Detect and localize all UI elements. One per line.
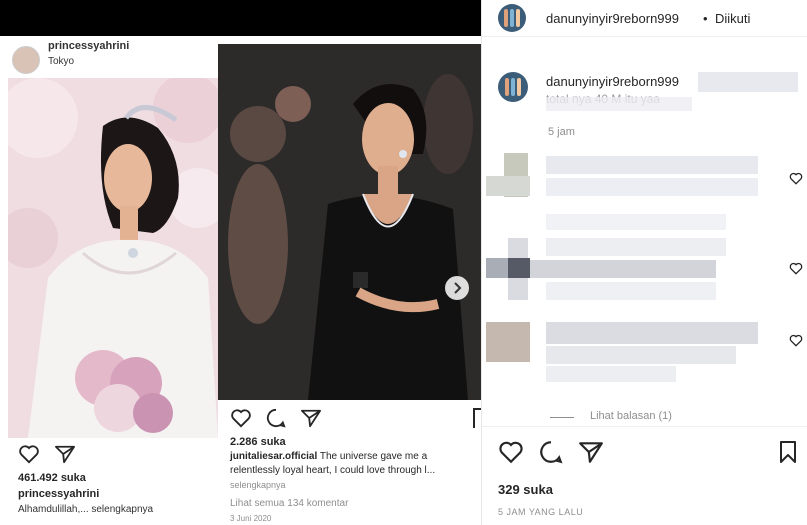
left-post-avatar — [12, 46, 40, 74]
bookmark-icon[interactable] — [473, 408, 481, 428]
right-post-likes: 2.286 suka — [230, 436, 286, 448]
carousel-next-button[interactable] — [445, 276, 469, 300]
right-post-caption-text: The universe gave me a — [319, 451, 428, 462]
author-username[interactable]: danunyinyir9reborn999 — [546, 11, 679, 26]
share-icon[interactable] — [578, 440, 604, 464]
comment-time: 5 jam — [548, 126, 575, 138]
woman-illustration — [218, 44, 481, 400]
heart-icon[interactable] — [789, 262, 803, 275]
left-post-location: Tokyo — [48, 56, 75, 67]
right-post-card: 2.286 suka junitaliesar.official The uni… — [218, 44, 481, 525]
right-post-caption-line1: junitaliesar.official The universe gave … — [230, 451, 427, 462]
likes-count[interactable]: 329 suka — [498, 482, 553, 497]
right-post-more: selengkapnya — [230, 480, 286, 490]
right-post-date: 3 Juni 2020 — [230, 514, 272, 523]
post-time: 5 JAM YANG LALU — [498, 507, 584, 517]
header-dot: • — [703, 11, 708, 26]
header-divider — [482, 36, 807, 37]
left-post-photo — [8, 78, 218, 438]
heart-icon[interactable] — [789, 172, 803, 185]
comment-icon[interactable] — [538, 440, 564, 464]
heart-icon[interactable] — [498, 440, 524, 464]
post-sidebar: danunyinyir9reborn999 • Diikuti danunyin… — [481, 0, 807, 525]
comment-text-blur — [546, 97, 692, 111]
chevron-right-icon — [454, 282, 462, 294]
heart-icon[interactable] — [18, 444, 40, 464]
right-post-caption-user: junitaliesar.official — [230, 451, 318, 462]
post-media: princessyahrini Tokyo 461.492 suka princ… — [0, 0, 481, 525]
left-post-card: princessyahrini Tokyo 461.492 suka princ… — [0, 36, 218, 525]
share-icon[interactable] — [54, 444, 76, 464]
media-top-bar — [0, 0, 481, 36]
comment-blur — [698, 72, 798, 92]
bride-illustration — [8, 78, 218, 438]
right-post-comments: Lihat semua 134 komentar — [230, 498, 349, 509]
share-icon[interactable] — [300, 408, 322, 428]
left-post-caption-text: Alhamdulillah,... selengkapnya — [18, 504, 154, 515]
left-post-caption-user: princessyahrini — [18, 488, 100, 500]
follow-status[interactable]: Diikuti — [715, 11, 750, 26]
actions-divider — [482, 426, 807, 427]
comment-icon[interactable] — [265, 408, 287, 428]
bookmark-icon[interactable] — [778, 440, 798, 464]
left-post-likes: 461.492 suka — [18, 472, 86, 484]
comment-username[interactable]: danunyinyir9reborn999 — [546, 74, 679, 89]
author-avatar[interactable] — [498, 4, 526, 32]
heart-icon[interactable] — [230, 408, 252, 428]
comment-avatar[interactable] — [498, 72, 528, 102]
view-replies-label[interactable]: Lihat balasan (1) — [590, 410, 672, 422]
left-post-username: princessyahrini — [48, 40, 130, 52]
view-replies-line — [550, 417, 574, 418]
right-post-photo — [218, 44, 481, 400]
heart-icon[interactable] — [789, 334, 803, 347]
right-post-caption-line2: relentlessly loyal heart, I could love t… — [230, 465, 436, 476]
